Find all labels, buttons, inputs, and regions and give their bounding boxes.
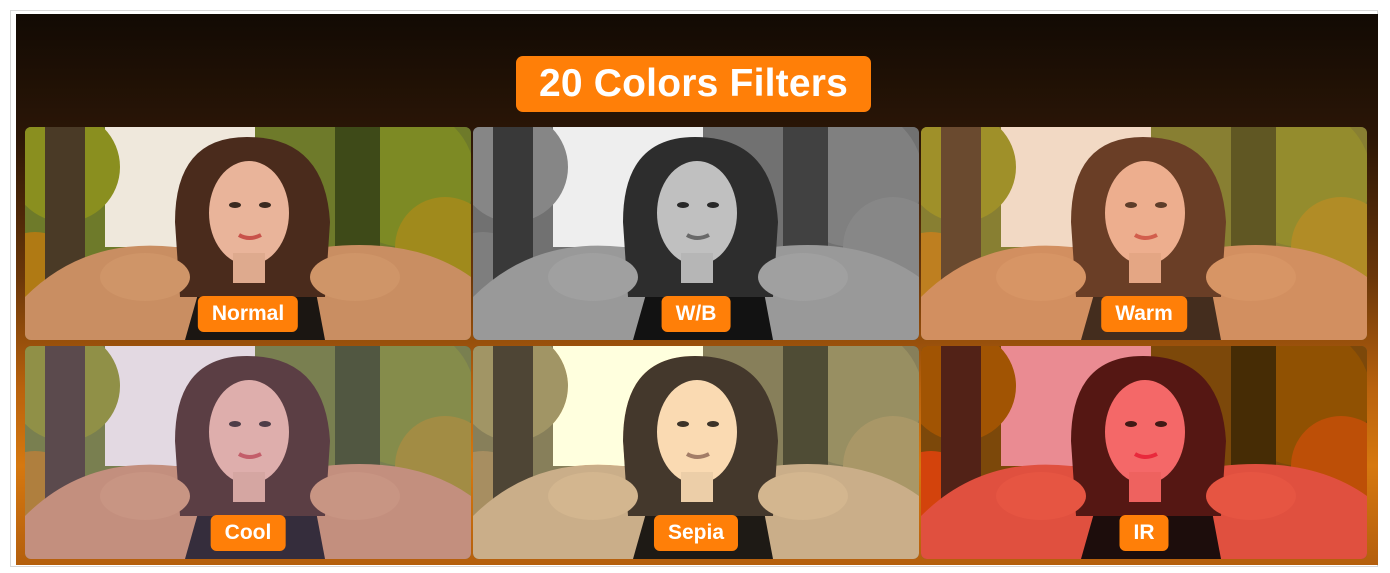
filter-tile-wb: W/B	[473, 127, 919, 340]
filter-label: Sepia	[653, 515, 739, 551]
filter-tile-sepia: Sepia	[473, 346, 919, 559]
filter-label: IR	[1119, 515, 1169, 551]
filter-label: W/B	[661, 296, 731, 332]
filter-preview-grid: Normal W/B Warm Cool Sepia IR	[25, 127, 1368, 561]
filter-label: Cool	[210, 515, 286, 551]
filter-tile-ir: IR	[921, 346, 1367, 559]
filter-tile-normal: Normal	[25, 127, 471, 340]
filter-tile-cool: Cool	[25, 346, 471, 559]
banner-title: 20 Colors Filters	[516, 56, 871, 112]
filter-tile-warm: Warm	[921, 127, 1367, 340]
filter-label: Warm	[1101, 296, 1187, 332]
filter-label: Normal	[197, 296, 299, 332]
filters-promo-banner: 20 Colors Filters Normal W/B Warm Cool S…	[16, 14, 1378, 565]
